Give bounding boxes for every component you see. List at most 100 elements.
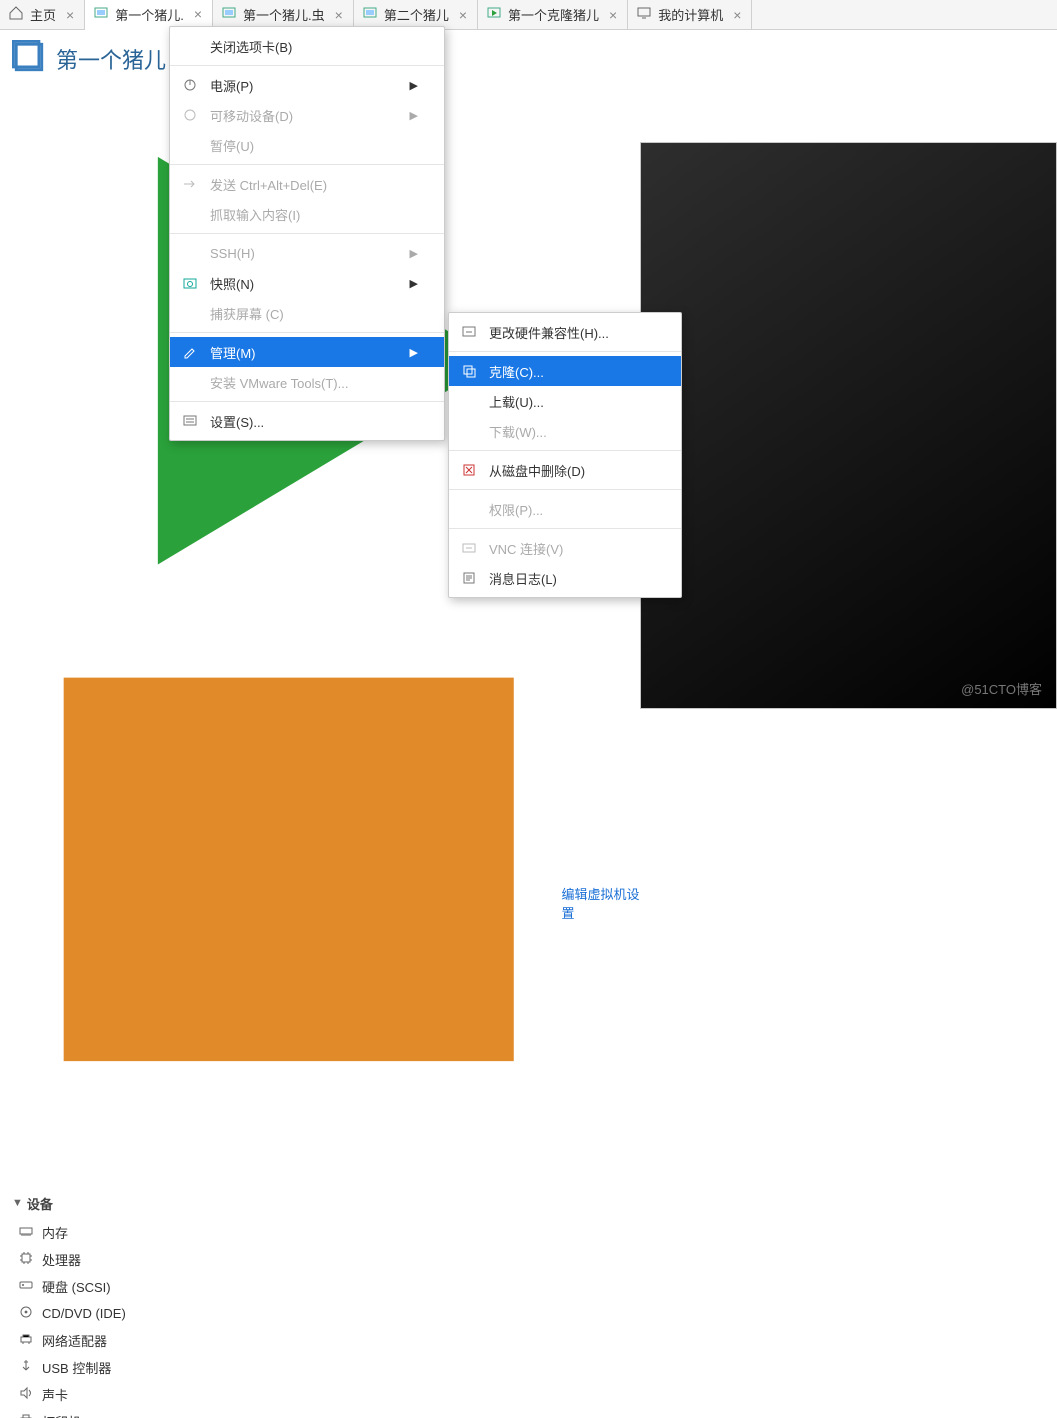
menu-item[interactable]: 设置(S)... <box>170 406 444 436</box>
vm-preview: @51CTO博客 <box>640 142 1057 709</box>
menu-item-label: 电源(P) <box>210 76 253 95</box>
menu-separator <box>170 233 444 234</box>
close-icon[interactable]: × <box>66 7 74 23</box>
hdd-icon <box>18 1277 34 1296</box>
close-icon[interactable]: × <box>609 7 617 23</box>
chevron-right-icon: ▶ <box>410 346 418 359</box>
menu-item[interactable]: 管理(M) ▶ <box>170 337 444 367</box>
device-cpu[interactable]: 处理器 <box>18 1246 640 1273</box>
vm-icon <box>362 5 378 24</box>
device-label: 内存 <box>42 1223 152 1242</box>
vm-play-icon <box>486 5 502 24</box>
cd-icon <box>18 1304 34 1323</box>
device-snd[interactable]: 声卡 <box>18 1381 640 1408</box>
vm-icon <box>93 5 109 24</box>
vnc-icon <box>459 540 479 556</box>
devices-label: 设备 <box>27 1194 53 1213</box>
tab-label: 第一个克隆猪儿 <box>508 5 599 24</box>
vm-context-menu: 关闭选项卡(B)电源(P)▶可移动设备(D)▶暂停(U)发送 Ctrl+Alt+… <box>169 26 445 441</box>
menu-separator <box>449 450 681 451</box>
menu-item[interactable]: 电源(P) ▶ <box>170 70 444 100</box>
mem-icon <box>18 1223 34 1242</box>
vm-title-icon <box>12 40 46 77</box>
send-icon <box>180 176 200 192</box>
menu-item: 可移动设备(D)▶ <box>170 100 444 130</box>
menu-item-label: 消息日志(L) <box>489 569 557 588</box>
net-icon <box>18 1331 34 1350</box>
tab-5[interactable]: 我的计算机 × <box>628 0 752 29</box>
menu-item[interactable]: 关闭选项卡(B) <box>170 31 444 61</box>
edit-settings-link[interactable]: 编辑虚拟机设置 <box>22 636 640 1169</box>
menu-item[interactable]: 快照(N) ▶ <box>170 268 444 298</box>
snd-icon <box>18 1385 34 1404</box>
menu-separator <box>170 164 444 165</box>
device-label: 硬盘 (SCSI) <box>42 1277 152 1296</box>
menu-item[interactable]: 更改硬件兼容性(H)... <box>449 317 681 347</box>
menu-item: 安装 VMware Tools(T)... <box>170 367 444 397</box>
device-prn[interactable]: 打印机 <box>18 1408 640 1418</box>
menu-item[interactable]: 消息日志(L) <box>449 563 681 593</box>
settings-icon <box>180 413 200 429</box>
menu-item-label: 权限(P)... <box>489 500 543 519</box>
menu-item-label: 克隆(C)... <box>489 362 544 381</box>
tab-4[interactable]: 第一个克隆猪儿 × <box>478 0 628 29</box>
close-icon[interactable]: × <box>194 6 202 22</box>
menu-item[interactable]: 上载(U)... <box>449 386 681 416</box>
menu-item: SSH(H)▶ <box>170 238 444 268</box>
device-usb[interactable]: USB 控制器 <box>18 1354 640 1381</box>
usb-icon <box>18 1358 34 1377</box>
tab-label: 第一个猪儿. <box>115 5 184 24</box>
manage-submenu: 更改硬件兼容性(H)... 克隆(C)... 上载(U)... 下载(W)... 从磁盘… <box>448 312 682 598</box>
log-icon <box>459 570 479 586</box>
menu-item: 下载(W)... <box>449 416 681 446</box>
device-hdd[interactable]: 硬盘 (SCSI) <box>18 1273 640 1300</box>
chevron-right-icon: ▶ <box>410 247 418 260</box>
menu-item-label: 捕获屏幕 (C) <box>210 304 284 323</box>
devices-list: 内存处理器硬盘 (SCSI) CD/DVD (IDE)网络适配器USB 控制器声卡… <box>18 1219 640 1418</box>
device-icon <box>180 107 200 123</box>
edit-settings-label: 编辑虚拟机设置 <box>561 884 640 922</box>
devices-header[interactable]: ▼ 设备 <box>12 1194 640 1213</box>
right-panel: @51CTO博客 <box>640 30 1057 709</box>
tab-3[interactable]: 第二个猪儿× <box>354 0 478 29</box>
menu-item-label: 快照(N) <box>210 274 254 293</box>
device-label: 打印机 <box>42 1412 152 1418</box>
snapshot-icon <box>180 275 200 291</box>
menu-item-label: 关闭选项卡(B) <box>210 37 292 56</box>
menu-item-label: 发送 Ctrl+Alt+Del(E) <box>210 175 327 194</box>
menu-separator <box>170 401 444 402</box>
chevron-down-icon: ▼ <box>12 1197 23 1209</box>
menu-item[interactable]: 从磁盘中删除(D) <box>449 455 681 485</box>
close-icon[interactable]: × <box>733 7 741 23</box>
menu-item-label: 安装 VMware Tools(T)... <box>210 373 348 392</box>
menu-separator <box>449 528 681 529</box>
tab-2[interactable]: 第一个猪儿.虫× <box>213 0 354 29</box>
device-label: 声卡 <box>42 1385 152 1404</box>
menu-item-label: 管理(M) <box>210 343 256 362</box>
device-mem[interactable]: 内存 <box>18 1219 640 1246</box>
menu-separator <box>449 489 681 490</box>
menu-item-label: 可移动设备(D) <box>210 106 293 125</box>
pc-icon <box>636 5 652 24</box>
device-cd[interactable]: CD/DVD (IDE) <box>18 1300 640 1327</box>
close-icon[interactable]: × <box>335 7 343 23</box>
home-icon <box>8 5 24 24</box>
device-label: 处理器 <box>42 1250 152 1269</box>
menu-item: 发送 Ctrl+Alt+Del(E) <box>170 169 444 199</box>
menu-item-label: 上载(U)... <box>489 392 544 411</box>
device-net[interactable]: 网络适配器 <box>18 1327 640 1354</box>
tab-0[interactable]: 主页 × <box>0 0 85 29</box>
power-icon <box>180 77 200 93</box>
prn-icon <box>18 1412 34 1418</box>
close-icon[interactable]: × <box>459 7 467 23</box>
menu-item[interactable]: 克隆(C)... <box>449 356 681 386</box>
watermark: @51CTO博客 <box>961 679 1042 698</box>
chevron-right-icon: ▶ <box>410 79 418 92</box>
menu-item-label: 下载(W)... <box>489 422 547 441</box>
menu-item-label: VNC 连接(V) <box>489 539 563 558</box>
chevron-right-icon: ▶ <box>410 277 418 290</box>
menu-item-label: 更改硬件兼容性(H)... <box>489 323 609 342</box>
tab-label: 主页 <box>30 5 56 24</box>
cpu-icon <box>18 1250 34 1269</box>
tab-label: 我的计算机 <box>658 5 723 24</box>
